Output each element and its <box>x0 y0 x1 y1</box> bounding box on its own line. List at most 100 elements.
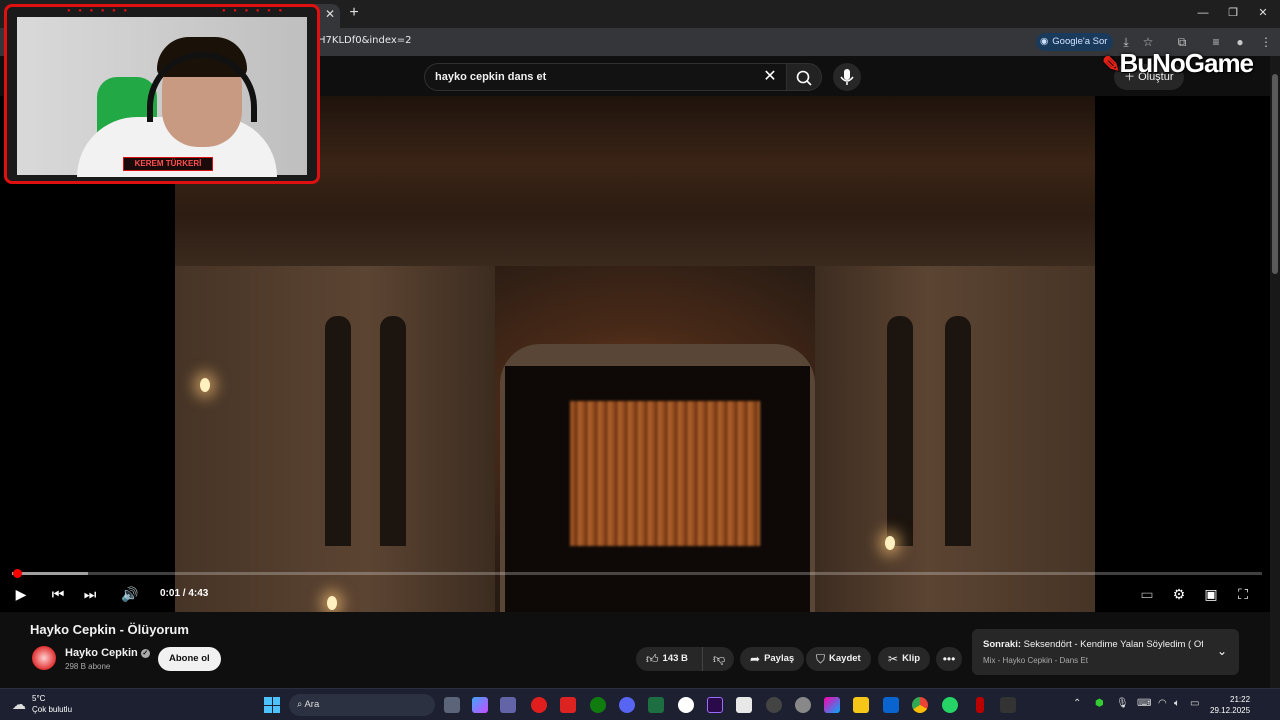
file-explorer-icon[interactable] <box>853 697 869 713</box>
search-button[interactable] <box>786 63 822 91</box>
windows-start-icon[interactable] <box>264 697 280 713</box>
weather-widget[interactable]: ☁ 5°C Çok bulutlu <box>12 693 72 715</box>
scene-pillar <box>380 316 406 546</box>
chevron-down-icon[interactable]: ⌄ <box>1217 644 1227 658</box>
outlook-icon[interactable] <box>883 697 899 713</box>
scene-pillar <box>887 316 913 546</box>
previous-icon[interactable]: ⏮ <box>48 584 68 604</box>
search-icon <box>796 70 812 86</box>
clip-button[interactable]: ✂ Klip <box>878 647 931 671</box>
netflix-icon[interactable] <box>976 697 984 713</box>
page-scrollbar[interactable] <box>1270 56 1280 688</box>
fullscreen-icon[interactable]: ⛶ <box>1233 584 1253 604</box>
clip-label: Klip <box>902 653 921 664</box>
close-icon[interactable]: ✕ <box>1252 4 1274 22</box>
microphone-tray-icon[interactable]: 🎙︎ <box>1116 698 1129 709</box>
search-query: hayko cepkin dans et <box>435 71 547 83</box>
winrar-icon[interactable] <box>560 697 576 713</box>
security-icon[interactable]: ⬢ <box>1095 698 1104 709</box>
next-video-title: Sonraki: Seksendört - Kendime Yalan Söyl… <box>983 639 1203 650</box>
search-input[interactable]: hayko cepkin dans et ✕ <box>424 63 786 91</box>
video-title: Hayko Cepkin - Ölüyorum <box>30 622 189 637</box>
google-sor-label: Google'a Sor <box>1052 36 1108 47</box>
more-actions-button[interactable]: ••• <box>936 647 962 671</box>
task-view-icon[interactable] <box>444 697 460 713</box>
xbox-icon[interactable] <box>590 697 606 713</box>
restore-icon[interactable]: ❐ <box>1222 4 1244 22</box>
tab-close-icon[interactable]: ✕ <box>322 6 338 22</box>
keyboard-icon[interactable]: ⌨ <box>1137 698 1151 709</box>
theater-mode-icon[interactable]: ▣ <box>1201 584 1221 604</box>
app-icon[interactable] <box>1000 697 1016 713</box>
new-tab-icon[interactable]: + <box>345 4 363 22</box>
notepad-icon[interactable] <box>736 697 752 713</box>
save-label: Kaydet <box>829 653 861 664</box>
progress-scrubber[interactable] <box>13 569 22 578</box>
url-text[interactable]: H7KLDf0&index=2 <box>318 35 412 46</box>
scene-lamp <box>200 378 210 392</box>
progress-buffered <box>12 572 88 575</box>
windows-taskbar: ☁ 5°C Çok bulutlu ⌕ Ara ⌃ ⬢ 🎙︎ ⌨ ◠ 🔈︎ ▭ … <box>0 688 1280 720</box>
time-display: 0:01 / 4:43 <box>160 588 209 599</box>
save-button[interactable]: ⛉ Kaydet <box>806 647 871 671</box>
microphone-icon <box>840 69 854 85</box>
verified-icon: ✓ <box>140 648 150 658</box>
obs-icon[interactable] <box>766 697 782 713</box>
scene-lamp <box>885 536 895 550</box>
webcam-overlay: ● ● ● ● ● ● ● ● ● ● ● ● KEREM TÜRKERİ <box>4 4 320 184</box>
scene-lamp <box>327 596 337 610</box>
channel-avatar[interactable] <box>32 646 56 670</box>
temperature: 5°C <box>32 694 46 703</box>
next-video-card[interactable]: Sonraki: Seksendört - Kendime Yalan Söyl… <box>972 629 1239 675</box>
wifi-icon[interactable]: ◠ <box>1158 698 1167 709</box>
weather-description: Çok bulutlu <box>32 705 73 714</box>
next-video-icon[interactable]: ⏭ <box>80 584 100 604</box>
subtitles-icon[interactable]: ▭ <box>1137 584 1157 604</box>
teams-icon[interactable] <box>500 697 516 713</box>
thumbs-down-icon: 👎︎ <box>713 652 726 666</box>
like-button[interactable]: 👍︎ 143 B <box>636 647 702 671</box>
webcam-frame-dots: ● ● ● ● ● ● <box>222 8 286 14</box>
clear-search-icon[interactable]: ✕ <box>760 67 780 87</box>
scene-pillar <box>945 316 971 546</box>
voice-search-button[interactable] <box>833 63 861 91</box>
taskbar-clock[interactable]: 21:22 29.12.2025 <box>1210 694 1250 716</box>
taskbar-search[interactable]: ⌕ Ara <box>289 694 435 716</box>
media-player-icon[interactable] <box>678 697 694 713</box>
search-icon: ⌕ <box>297 699 303 710</box>
webcam-frame-dots: ● ● ● ● ● ● <box>67 8 131 14</box>
copilot-icon[interactable] <box>472 697 488 713</box>
scissors-icon: ✂ <box>888 652 899 666</box>
dislike-button[interactable]: 👎︎ <box>702 647 734 671</box>
battery-icon[interactable]: ▭ <box>1190 698 1199 709</box>
settings-gear-icon[interactable]: ⚙ <box>1169 584 1189 604</box>
photos-icon[interactable] <box>824 697 840 713</box>
share-label: Paylaş <box>764 653 795 664</box>
share-icon: ➦ <box>750 652 761 666</box>
chrome-menu-icon[interactable]: ⋮ <box>1258 34 1274 50</box>
play-icon[interactable]: ▶ <box>11 584 31 604</box>
chrome-icon[interactable] <box>912 697 928 713</box>
premiere-icon[interactable] <box>707 697 723 713</box>
tray-overflow-icon[interactable]: ⌃ <box>1073 698 1081 709</box>
excel-icon[interactable] <box>648 697 664 713</box>
scrollbar-thumb[interactable] <box>1272 74 1278 274</box>
share-button[interactable]: ➦ Paylaş <box>740 647 805 671</box>
scene-pillar <box>325 316 351 546</box>
progress-bar[interactable] <box>12 572 1262 575</box>
thumbs-up-icon: 👍︎ <box>646 652 659 666</box>
channel-name[interactable]: Hayko Cepkin ✓ <box>65 647 150 659</box>
clock-time: 21:22 <box>1230 695 1251 704</box>
scene-curtain <box>570 401 760 546</box>
like-count: 143 B <box>662 653 688 664</box>
opera-gx-icon[interactable] <box>531 697 547 713</box>
settings-app-icon[interactable] <box>795 697 811 713</box>
minimize-icon[interactable]: — <box>1192 4 1214 22</box>
cloud-icon: ☁ <box>12 695 26 712</box>
whatsapp-icon[interactable] <box>942 697 958 713</box>
subscriber-count: 298 B abone <box>65 662 111 671</box>
discord-icon[interactable] <box>619 697 635 713</box>
volume-icon[interactable]: 🔊 <box>120 584 140 604</box>
subscribe-button[interactable]: Abone ol <box>158 647 221 671</box>
speaker-icon[interactable]: 🔈︎ <box>1174 698 1180 709</box>
